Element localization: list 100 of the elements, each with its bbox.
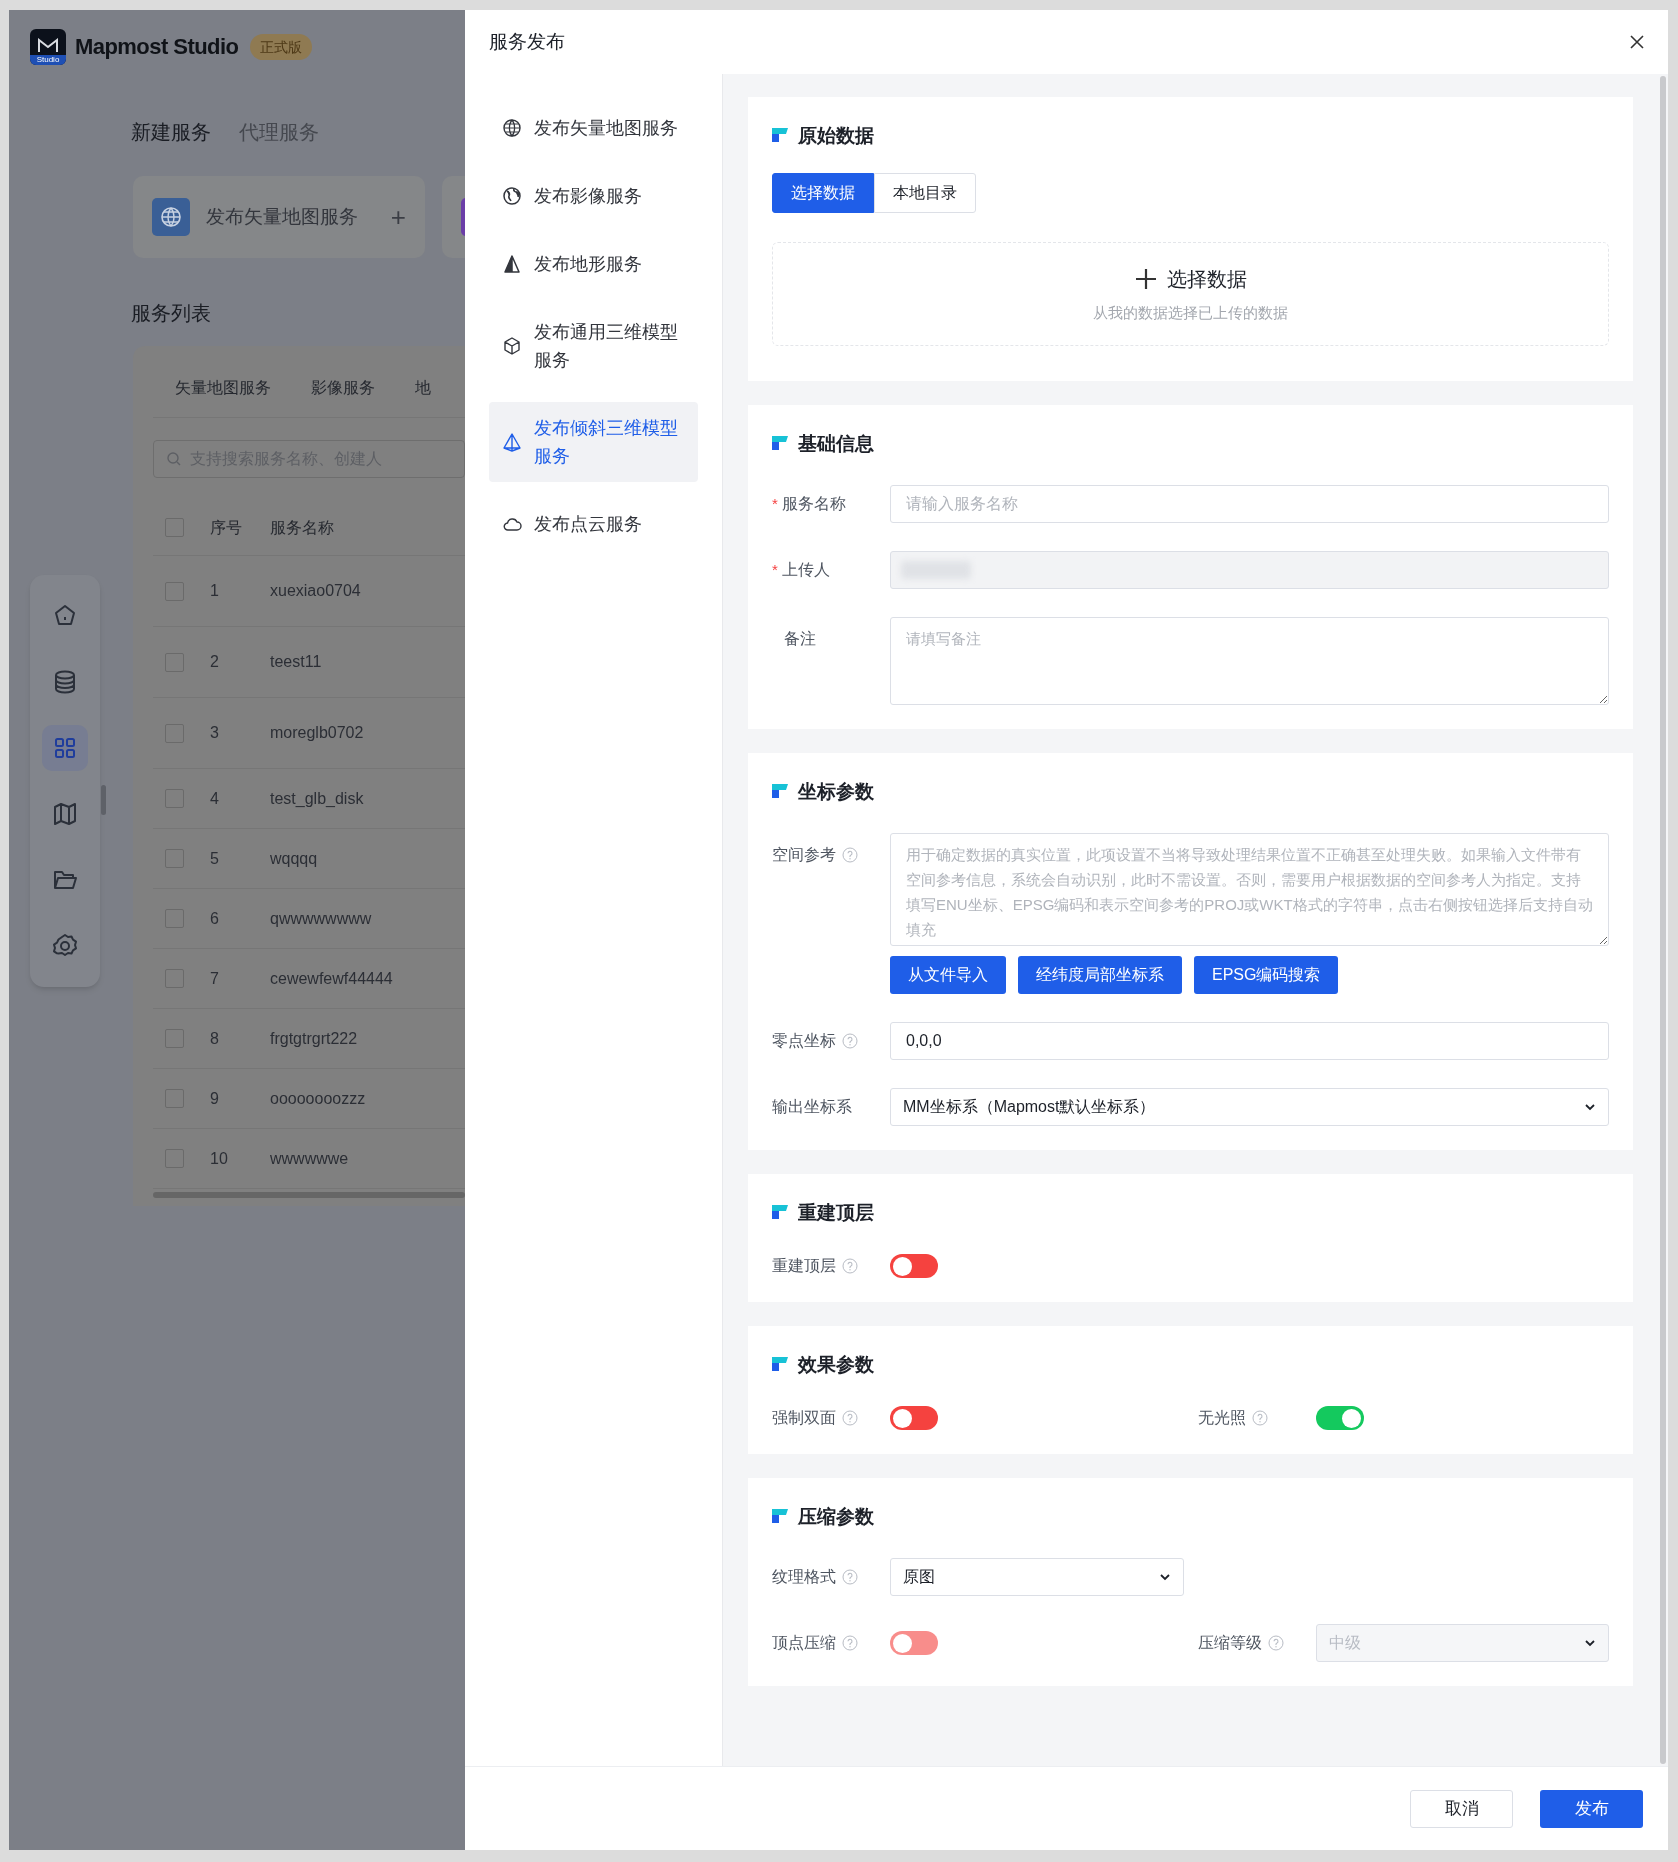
toggle-switch[interactable] xyxy=(890,1406,938,1430)
text-area[interactable]: 请填写备注 xyxy=(890,617,1609,705)
nav-rail-item[interactable] xyxy=(42,725,88,771)
list-tab[interactable]: 地 xyxy=(415,376,431,417)
field-label: 压缩等级 xyxy=(1197,1633,1262,1653)
chevron-down-icon xyxy=(1158,1573,1171,1581)
dialog-title: 服务发布 xyxy=(489,29,565,54)
globe-icon xyxy=(152,198,190,236)
field-label: 输出坐标系 xyxy=(772,1097,852,1117)
dropzone-action[interactable]: 选择数据 xyxy=(1166,263,1247,294)
source-tab[interactable]: 本地目录 xyxy=(874,173,976,213)
table-cell-text: oooooooozzz xyxy=(270,1088,366,1109)
plus-icon xyxy=(1134,267,1157,290)
cancel-button[interactable]: 取消 xyxy=(1410,1789,1513,1828)
chevron-down-icon xyxy=(1584,1639,1596,1647)
input-field[interactable]: 请输入服务名称 xyxy=(890,485,1609,523)
table-cell-text: cewewfewf44444 xyxy=(270,968,393,989)
table-cell-text: 10 xyxy=(210,1148,229,1169)
field-label: 零点坐标 xyxy=(772,1031,836,1051)
section-title: 重建顶层 xyxy=(798,1200,874,1225)
section-flag-icon xyxy=(772,1357,788,1373)
toggle-switch[interactable] xyxy=(890,1254,938,1278)
help-icon[interactable] xyxy=(842,1258,858,1274)
menu-item[interactable]: 发布倾斜三维模型服务 xyxy=(489,402,698,482)
table-cell-text: 7 xyxy=(210,968,220,989)
help-icon[interactable] xyxy=(1251,1410,1268,1426)
dropzone[interactable]: 选择数据 从我的数据选择已上传的数据 xyxy=(772,242,1609,346)
field-label: 备注 xyxy=(783,629,816,649)
globe-icon xyxy=(502,118,522,138)
menu-item[interactable]: 发布通用三维模型服务 xyxy=(489,306,698,386)
section-title: 基础信息 xyxy=(798,431,874,456)
field-label: 无光照 xyxy=(1197,1408,1246,1428)
toggle-switch[interactable] xyxy=(1315,1406,1364,1430)
field-label: 空间参考 xyxy=(772,845,836,865)
section-flag-icon xyxy=(772,784,788,800)
table-cell-text: moreglb0702 xyxy=(270,723,364,743)
page-tab[interactable]: 新建服务 xyxy=(131,118,211,146)
table-cell-text: wqqqq xyxy=(270,848,318,869)
list-tab[interactable]: 矢量地图服务 xyxy=(175,376,271,417)
menu-item[interactable]: 发布影像服务 xyxy=(489,170,698,222)
pyramid-icon xyxy=(502,432,522,452)
select-field[interactable]: 原图 xyxy=(890,1558,1184,1596)
table-cell-text: 9 xyxy=(210,1088,220,1109)
mountain-icon xyxy=(502,254,522,274)
field-label: 服务名称 xyxy=(781,494,846,514)
section-title: 坐标参数 xyxy=(798,779,874,804)
logo-caption: Studio xyxy=(30,54,66,65)
service-card[interactable]: 发布矢量地图服务 + xyxy=(133,176,425,258)
table-cell-text: qwwwwwwww xyxy=(270,908,372,929)
table-cell-text: wwwwwwe xyxy=(270,1148,349,1169)
field-label: 重建顶层 xyxy=(772,1256,836,1276)
required-mark: * xyxy=(772,493,778,514)
table-cell-text: 3 xyxy=(210,723,220,743)
section-flag-icon xyxy=(772,128,788,144)
section-title: 效果参数 xyxy=(798,1352,874,1377)
column-header: 序号 xyxy=(210,517,243,538)
table-cell-text: teest11 xyxy=(270,652,322,672)
table-cell-text: test_glb_disk xyxy=(270,788,364,809)
action-button[interactable]: 从文件导入 xyxy=(890,956,1006,994)
table-cell-text: 4 xyxy=(210,788,220,809)
help-icon[interactable] xyxy=(842,1410,858,1426)
menu-item[interactable]: 发布点云服务 xyxy=(489,498,698,550)
brand-name: Mapmost Studio xyxy=(75,33,239,61)
dropzone-hint: 从我的数据选择已上传的数据 xyxy=(1093,302,1288,323)
scrollbar-thumb xyxy=(101,785,106,815)
table-cell-text: 8 xyxy=(210,1028,220,1049)
help-icon[interactable] xyxy=(842,1569,858,1585)
menu-item[interactable]: 发布矢量地图服务 xyxy=(489,102,698,154)
close-icon[interactable] xyxy=(1630,35,1644,49)
table-cell-text: frgtgtrgrt222 xyxy=(270,1028,358,1049)
source-tab[interactable]: 选择数据 xyxy=(772,173,874,213)
action-button[interactable]: 经纬度局部坐标系 xyxy=(1018,956,1182,994)
field-label: 顶点压缩 xyxy=(772,1633,836,1653)
cube-icon xyxy=(502,336,522,356)
edition-badge: 正式版 xyxy=(250,33,313,60)
section-title: 压缩参数 xyxy=(798,1504,874,1529)
field-label: 纹理格式 xyxy=(772,1567,836,1587)
list-tab[interactable]: 影像服务 xyxy=(311,376,375,417)
section-title: 原始数据 xyxy=(798,123,874,148)
table-cell-text: 2 xyxy=(210,652,220,672)
table-cell-text: 5 xyxy=(210,848,220,869)
action-button[interactable]: EPSG编码搜索 xyxy=(1194,956,1339,994)
help-icon[interactable] xyxy=(842,847,858,863)
select-field[interactable]: MM坐标系（Mapmost默认坐标系） xyxy=(890,1088,1609,1126)
input-field[interactable]: 0,0,0 xyxy=(890,1022,1609,1060)
help-icon[interactable] xyxy=(842,1033,858,1049)
menu-item[interactable]: 发布地形服务 xyxy=(489,238,698,290)
section-flag-icon xyxy=(772,1509,788,1525)
add-icon[interactable]: + xyxy=(390,197,406,237)
required-mark: * xyxy=(772,559,778,580)
text-area[interactable]: 用于确定数据的真实位置，此项设置不当将导致处理结果位置不正确甚至处理失败。如果输入文件带有空间参考信息，系统会自动识别，此时不需设置。否则，需要用户根据数据的空间参考人为指定。支持填写ENU坐标、EPSG编码和表示空间参考的PROJ或WKT格式的字符串，点击右侧按钮选择后支持自动填充 xyxy=(890,833,1609,946)
section-title: 服务列表 xyxy=(131,301,212,326)
logo-mark-icon xyxy=(37,37,59,54)
section-flag-icon xyxy=(772,436,788,452)
table-cell-text: 6 xyxy=(210,908,220,929)
earth-icon xyxy=(502,186,522,206)
map-icon xyxy=(51,800,79,828)
publish-button[interactable]: 发布 xyxy=(1540,1789,1643,1828)
field-label: 强制双面 xyxy=(772,1408,836,1428)
service-card-label: 发布矢量地图服务 xyxy=(206,204,358,229)
